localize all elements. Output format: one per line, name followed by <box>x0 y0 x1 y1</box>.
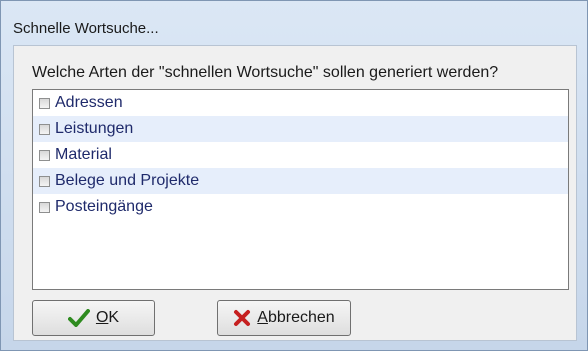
list-item-belege-und-projekte[interactable]: Belege und Projekte <box>33 168 568 194</box>
list-item-posteingaenge[interactable]: Posteingänge <box>33 194 568 220</box>
ok-button[interactable]: OK <box>32 300 155 336</box>
list-item-label: Adressen <box>55 94 123 111</box>
list-item-label: Material <box>55 146 112 163</box>
dialog-window: Schnelle Wortsuche... Welche Arten der "… <box>0 0 588 351</box>
checkmark-icon <box>67 309 90 327</box>
list-item-label: Posteingänge <box>55 198 153 215</box>
list-item-material[interactable]: Material <box>33 142 568 168</box>
options-list[interactable]: Adressen Leistungen Material Belege und … <box>32 89 569 290</box>
window-title: Schnelle Wortsuche... <box>13 20 159 37</box>
list-item-label: Leistungen <box>55 120 134 137</box>
checkbox[interactable] <box>39 97 50 109</box>
list-item-leistungen[interactable]: Leistungen <box>33 116 568 142</box>
checkbox[interactable] <box>39 175 50 187</box>
list-item-adressen[interactable]: Adressen <box>33 90 568 116</box>
cancel-button[interactable]: Abbrechen <box>217 300 351 336</box>
dialog-question: Welche Arten der "schnellen Wortsuche" s… <box>32 64 499 81</box>
checkbox[interactable] <box>39 149 50 161</box>
checkbox[interactable] <box>39 123 50 135</box>
title-bar[interactable]: Schnelle Wortsuche... <box>1 1 587 45</box>
ok-button-label: OK <box>95 309 120 326</box>
cancel-button-label: Abbrechen <box>257 309 335 326</box>
cross-icon <box>233 309 251 327</box>
list-item-label: Belege und Projekte <box>55 172 200 189</box>
dialog-content: Welche Arten der "schnellen Wortsuche" s… <box>13 45 577 341</box>
checkbox[interactable] <box>39 201 50 213</box>
